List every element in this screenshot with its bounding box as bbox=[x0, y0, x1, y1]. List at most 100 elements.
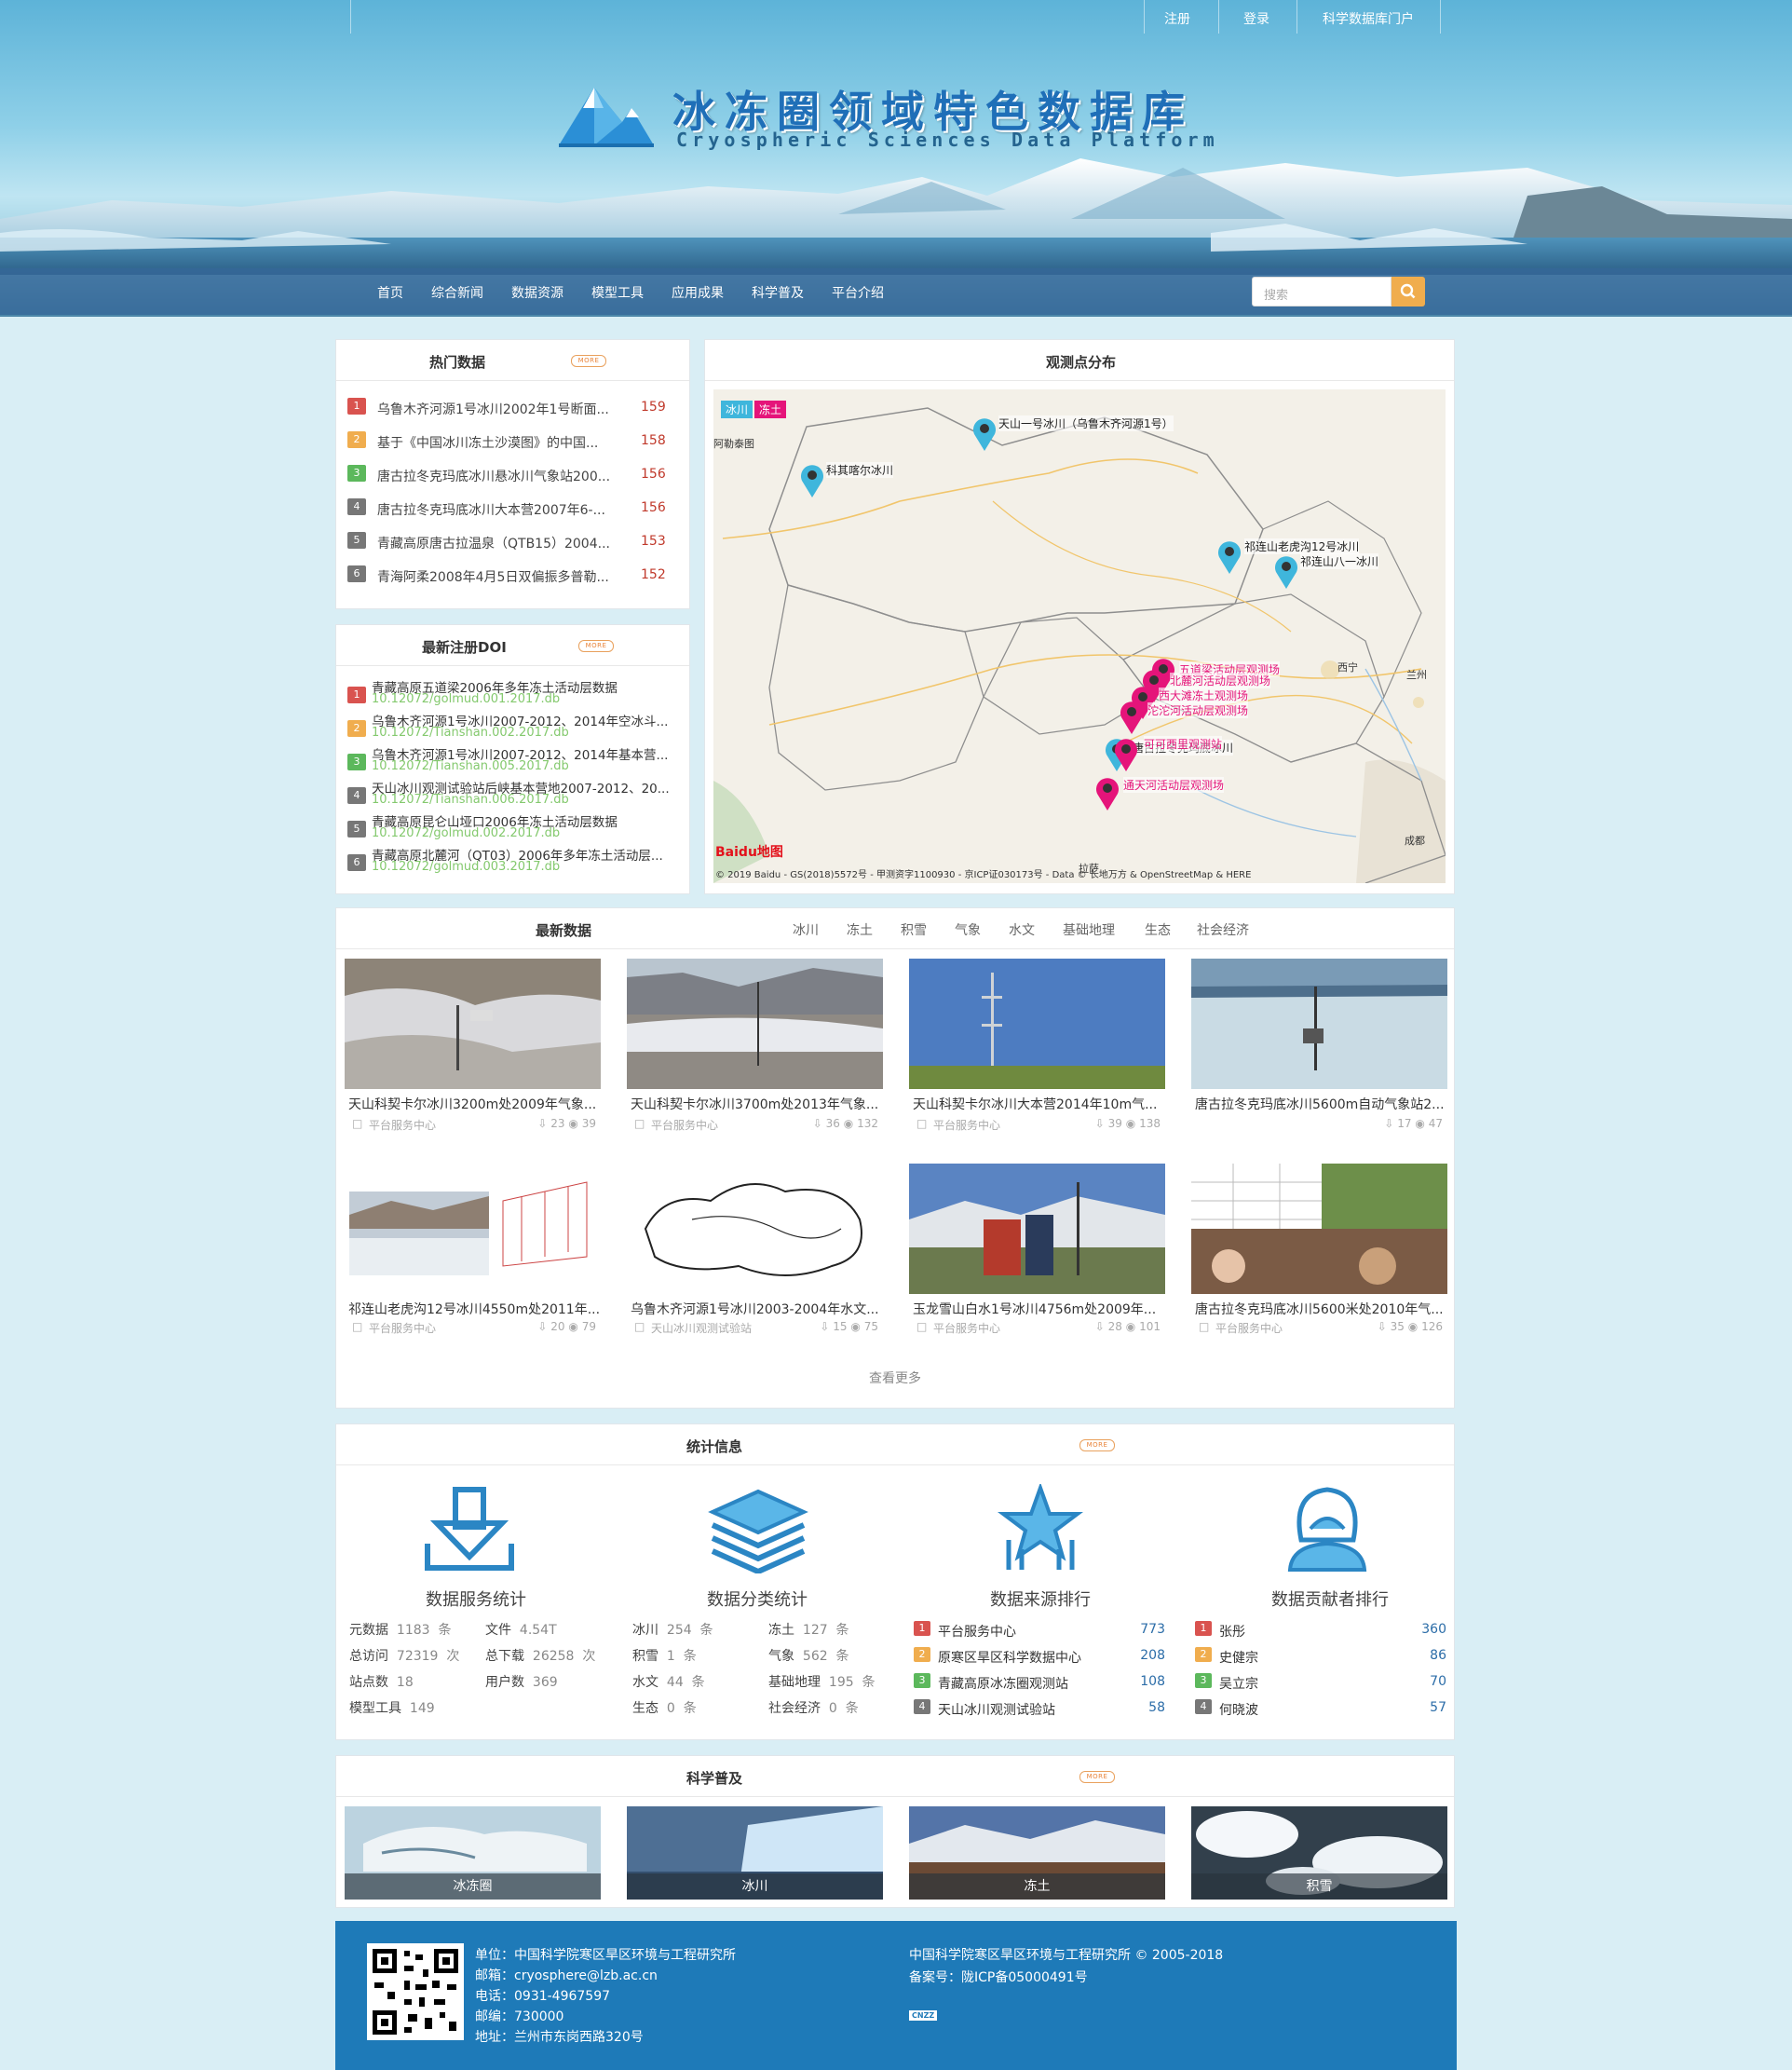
list-item[interactable]: 3 唐古拉冬克玛底冰川悬冰川气象站200... 156 bbox=[347, 465, 683, 487]
frozen-soil-marker-pin[interactable] bbox=[1093, 775, 1121, 812]
card-title[interactable]: 唐古拉冬克玛底冰川5600m自动气象站2... bbox=[1195, 1095, 1445, 1113]
marker-label[interactable]: 祁连山老虎沟12号冰川 bbox=[1244, 538, 1360, 554]
login-link[interactable]: 登录 bbox=[1243, 9, 1269, 28]
tab-ecology[interactable]: 生态 bbox=[1145, 920, 1171, 939]
source-rank-row[interactable]: 3 青藏高原冰冻圈观测站 108 bbox=[914, 1672, 1165, 1693]
glacier-marker-pin[interactable] bbox=[1215, 538, 1243, 576]
science-card-glacier[interactable]: 冰川 bbox=[627, 1806, 883, 1900]
frozen-soil-marker-pin[interactable] bbox=[1112, 736, 1140, 773]
source-name[interactable]: 青藏高原冰冻圈观测站 bbox=[938, 1674, 1068, 1693]
marker-label[interactable]: 通天河活动层观测场 bbox=[1123, 777, 1225, 793]
list-item[interactable]: 6 青藏高原北麓河（QT03）2006年多年冻土活动层... 10.12072/go… bbox=[347, 845, 687, 878]
tab-snow[interactable]: 积雪 bbox=[901, 920, 927, 939]
item-doi[interactable]: 10.12072/Tianshan.005.2017.db bbox=[372, 759, 569, 773]
marker-label[interactable]: 可可西里观测站 bbox=[1144, 736, 1223, 752]
footer-icp[interactable]: 备案号：陇ICP备05000491号 bbox=[909, 1968, 1088, 1986]
science-caption[interactable]: 冰川 bbox=[627, 1873, 883, 1900]
frozen-soil-marker-pin[interactable] bbox=[1118, 699, 1146, 736]
more-button[interactable]: MORE bbox=[1079, 1439, 1115, 1451]
tab-frozen-soil[interactable]: 冻土 bbox=[847, 920, 873, 939]
tab-hydrology[interactable]: 水文 bbox=[1009, 920, 1035, 939]
list-item[interactable]: 5 青藏高原昆仑山垭口2006年冻土活动层数据 10.12072/golmud.00… bbox=[347, 811, 687, 845]
tab-socio-economy[interactable]: 社会经济 bbox=[1197, 920, 1249, 939]
item-title[interactable]: 唐古拉冬克玛底冰川悬冰川气象站200... bbox=[377, 467, 610, 485]
card-thumbnail[interactable] bbox=[1191, 1164, 1447, 1294]
tab-glacier[interactable]: 冰川 bbox=[793, 920, 819, 939]
data-card[interactable]: 唐古拉冬克玛底冰川5600m自动气象站2... ⇩ 17 ◉ 47 bbox=[1191, 959, 1447, 1130]
item-title[interactable]: 青藏高原唐古拉温泉（QTB15）2004... bbox=[377, 534, 610, 552]
menu-model-tools[interactable]: 模型工具 bbox=[591, 283, 644, 302]
item-doi[interactable]: 10.12072/golmud.002.2017.db bbox=[372, 826, 560, 840]
glacier-marker-pin[interactable] bbox=[1272, 553, 1300, 591]
contributor-name[interactable]: 史健宗 bbox=[1219, 1648, 1258, 1667]
item-title[interactable]: 基于《中国冰川冻土沙漠图》的中国... bbox=[377, 433, 598, 452]
see-more-link[interactable]: 查看更多 bbox=[869, 1369, 921, 1387]
menu-news[interactable]: 综合新闻 bbox=[431, 283, 483, 302]
contributor-rank-row[interactable]: 2 史健宗 86 bbox=[1195, 1646, 1446, 1667]
glacier-marker-pin[interactable] bbox=[798, 462, 826, 499]
marker-label[interactable]: 祁连山八一冰川 bbox=[1300, 553, 1379, 569]
list-item[interactable]: 2 基于《中国冰川冻土沙漠图》的中国... 158 bbox=[347, 431, 683, 454]
observation-map[interactable]: 冰川 冻土 阿勒泰图 西宁 兰州 成都 拉萨 天山一号冰川（乌鲁木齐河源1号） … bbox=[713, 389, 1446, 883]
tab-meteorology[interactable]: 气象 bbox=[955, 920, 981, 939]
card-thumbnail[interactable] bbox=[345, 1164, 601, 1294]
portal-link[interactable]: 科学数据库门户 bbox=[1323, 9, 1414, 28]
data-card[interactable]: 天山科契卡尔冰川大本营2014年10m气... □ 平台服务中心 ⇩ 39 ◉ 13… bbox=[909, 959, 1165, 1132]
data-card[interactable]: 天山科契卡尔冰川3200m处2009年气象... □ 平台服务中心 ⇩ 23 ◉ 3… bbox=[345, 959, 601, 1132]
source-rank-row[interactable]: 2 原寒区旱区科学数据中心 208 bbox=[914, 1646, 1165, 1667]
card-title[interactable]: 祁连山老虎沟12号冰川4550m处2011年... bbox=[348, 1300, 600, 1318]
item-doi[interactable]: 10.12072/golmud.001.2017.db bbox=[372, 692, 560, 706]
source-rank-row[interactable]: 4 天山冰川观测试验站 58 bbox=[914, 1698, 1165, 1718]
item-doi[interactable]: 10.12072/golmud.003.2017.db bbox=[372, 860, 560, 874]
contributor-name[interactable]: 吴立宗 bbox=[1219, 1674, 1258, 1693]
card-thumbnail[interactable] bbox=[909, 959, 1165, 1089]
item-title[interactable]: 乌鲁木齐河源1号冰川2002年1号断面... bbox=[377, 400, 609, 418]
cnzz-badge[interactable]: CNZZ bbox=[909, 2010, 938, 2021]
menu-data-resources[interactable]: 数据资源 bbox=[511, 283, 563, 302]
science-caption[interactable]: 冰冻圈 bbox=[345, 1873, 601, 1900]
item-title[interactable]: 青海阿柔2008年4月5日双偏振多普勒... bbox=[377, 567, 609, 586]
menu-home[interactable]: 首页 bbox=[377, 283, 403, 302]
list-item[interactable]: 1 乌鲁木齐河源1号冰川2002年1号断面... 159 bbox=[347, 398, 683, 420]
tab-geography[interactable]: 基础地理 bbox=[1063, 920, 1115, 939]
list-item[interactable]: 2 乌鲁木齐河源1号冰川2007-2012、2014年空冰斗... 10.12072… bbox=[347, 711, 687, 744]
science-caption[interactable]: 积雪 bbox=[1191, 1873, 1447, 1900]
source-name[interactable]: 原寒区旱区科学数据中心 bbox=[938, 1648, 1081, 1667]
science-card-snow[interactable]: 积雪 bbox=[1191, 1806, 1447, 1900]
list-item[interactable]: 1 青藏高原五道梁2006年多年冻土活动层数据 10.12072/golmud.00… bbox=[347, 677, 687, 711]
data-card[interactable]: 祁连山老虎沟12号冰川4550m处2011年... □ 平台服务中心 ⇩ 20 ◉ … bbox=[345, 1164, 601, 1335]
marker-label[interactable]: 天山一号冰川（乌鲁木齐河源1号） bbox=[998, 415, 1174, 431]
contributor-rank-row[interactable]: 4 何晓波 57 bbox=[1195, 1698, 1446, 1718]
item-doi[interactable]: 10.12072/Tianshan.006.2017.db bbox=[372, 793, 569, 807]
card-title[interactable]: 天山科契卡尔冰川3200m处2009年气象... bbox=[348, 1095, 596, 1113]
marker-label[interactable]: 西大滩冻土观测场 bbox=[1159, 688, 1249, 703]
footer-email[interactable]: 邮箱：cryosphere@lzb.ac.cn bbox=[475, 1966, 658, 1984]
frozen-soil-legend-tag[interactable]: 冻土 bbox=[754, 401, 787, 418]
marker-label[interactable]: 科其喀尔冰川 bbox=[826, 462, 894, 478]
card-thumbnail[interactable] bbox=[1191, 959, 1447, 1089]
science-card-frozen-soil[interactable]: 冻土 bbox=[909, 1806, 1165, 1900]
menu-achievements[interactable]: 应用成果 bbox=[672, 283, 724, 302]
search-input[interactable]: 搜索 bbox=[1252, 277, 1392, 306]
contributor-rank-row[interactable]: 1 张彤 360 bbox=[1195, 1620, 1446, 1641]
card-thumbnail[interactable] bbox=[345, 959, 601, 1089]
more-button[interactable]: MORE bbox=[1079, 1771, 1115, 1783]
more-button[interactable]: MORE bbox=[578, 640, 614, 652]
list-item[interactable]: 4 唐古拉冬克玛底冰川大本营2007年6-... 156 bbox=[347, 498, 683, 521]
science-card-cryosphere[interactable]: 冰冻圈 bbox=[345, 1806, 601, 1900]
card-thumbnail[interactable] bbox=[627, 1164, 883, 1294]
more-button[interactable]: MORE bbox=[571, 355, 606, 367]
contributor-name[interactable]: 张彤 bbox=[1219, 1622, 1245, 1641]
marker-label[interactable]: 北麓河活动层观测场 bbox=[1170, 673, 1271, 688]
glacier-marker-pin[interactable] bbox=[971, 415, 998, 453]
source-name[interactable]: 平台服务中心 bbox=[938, 1622, 1016, 1641]
marker-label[interactable]: 沱沱河活动层观测场 bbox=[1147, 702, 1249, 718]
card-thumbnail[interactable] bbox=[627, 959, 883, 1089]
card-title[interactable]: 玉龙雪山白水1号冰川4756m处2009年... bbox=[913, 1300, 1156, 1318]
card-title[interactable]: 天山科契卡尔冰川大本营2014年10m气... bbox=[913, 1095, 1157, 1113]
glacier-legend-tag[interactable]: 冰川 bbox=[721, 401, 753, 418]
data-card[interactable]: 唐古拉冬克玛底冰川5600米处2010年气... □ 平台服务中心 ⇩ 35 ◉ 1… bbox=[1191, 1164, 1447, 1335]
item-doi[interactable]: 10.12072/Tianshan.002.2017.db bbox=[372, 726, 569, 740]
contributor-rank-row[interactable]: 3 吴立宗 70 bbox=[1195, 1672, 1446, 1693]
list-item[interactable]: 5 青藏高原唐古拉温泉（QTB15）2004... 153 bbox=[347, 532, 683, 554]
